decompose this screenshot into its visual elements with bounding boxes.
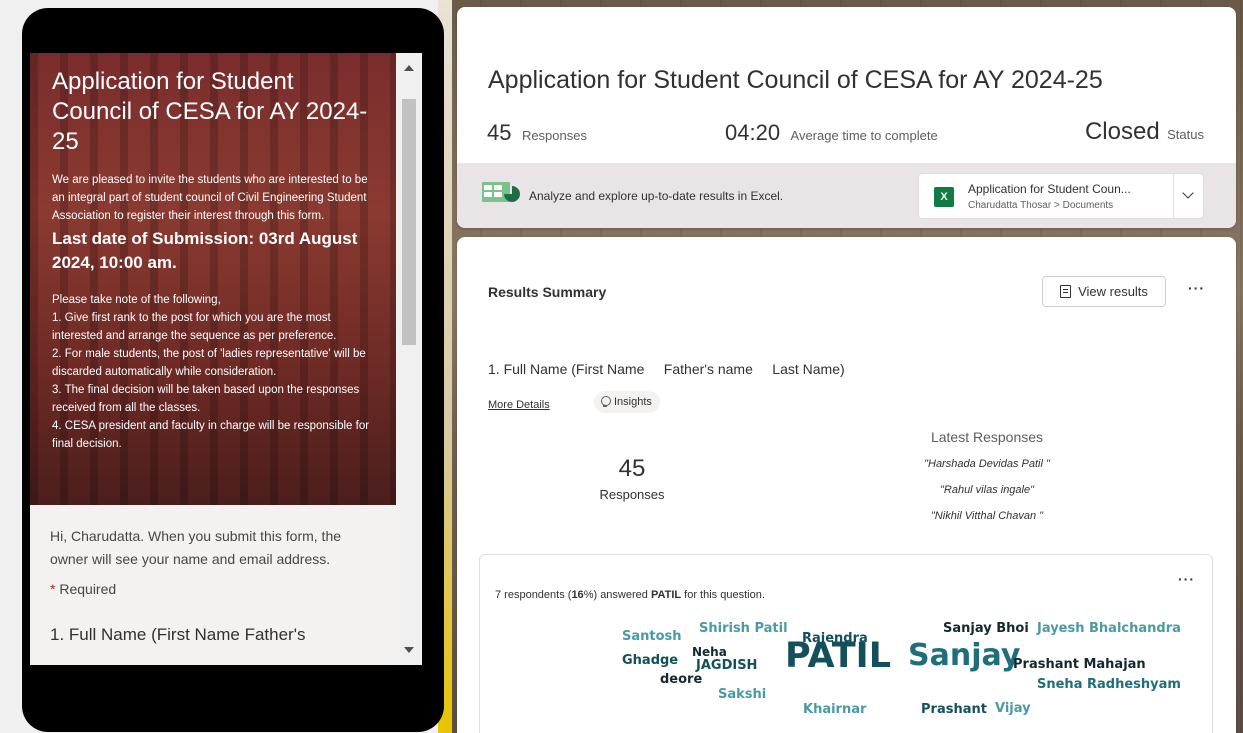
word-cloud-term[interactable]: Khairnar bbox=[803, 702, 866, 717]
form-note: 2. For male students, the post of 'ladie… bbox=[52, 348, 366, 378]
avg-time-stat: 04:20 Average time to complete bbox=[725, 120, 938, 146]
insight-summary-text: %) answered bbox=[583, 589, 651, 601]
word-cloud-term[interactable]: JAGDISH bbox=[696, 658, 757, 673]
latest-responses-heading: Latest Responses bbox=[930, 429, 1044, 445]
insight-summary-word: PATIL bbox=[650, 589, 682, 601]
excel-banner-text: Analyze and explore up-to-date results i… bbox=[529, 189, 784, 203]
form-note: 4. CESA president and faculty in charge … bbox=[52, 420, 370, 450]
excel-analyze-icon bbox=[482, 182, 520, 202]
word-cloud-term[interactable]: Jayesh Bhalchandra bbox=[1037, 621, 1181, 636]
form-note-heading: Please take note of the following, bbox=[52, 294, 221, 306]
form-greeting: Hi, Charudatta. When you submit this for… bbox=[50, 528, 342, 567]
word-cloud-term[interactable]: Sanjay Bhoi bbox=[943, 621, 1029, 636]
form-stats: 45 Responses 04:20 Average time to compl… bbox=[457, 118, 1236, 154]
page-title: Application for Student Council of CESA … bbox=[488, 66, 1103, 94]
more-options-icon[interactable]: ··· bbox=[1188, 280, 1205, 296]
insight-summary: 7 respondents (16%) answered PATIL for t… bbox=[495, 589, 765, 601]
word-cloud-term[interactable]: Shirish Patil bbox=[699, 621, 788, 636]
word-cloud-term[interactable]: PATIL bbox=[785, 636, 891, 676]
word-cloud-term[interactable]: Sanjay bbox=[908, 638, 1020, 673]
results-card: Results Summary View results ··· 1. Full… bbox=[457, 237, 1236, 733]
word-cloud-term[interactable]: Neha bbox=[692, 645, 727, 659]
mobile-preview-screen[interactable]: Application for Student Council of CESA … bbox=[30, 53, 396, 665]
required-note: * Required bbox=[50, 581, 376, 597]
responses-stat: 45 Responses bbox=[487, 120, 587, 146]
responses-label: Responses bbox=[521, 128, 587, 143]
latest-responses: Latest Responses "Harshada Devidas Patil… bbox=[877, 429, 1097, 529]
word-cloud-term[interactable]: Santosh bbox=[622, 629, 682, 644]
status-value: Closed bbox=[1084, 118, 1160, 145]
status-label: Status bbox=[1167, 127, 1204, 142]
insight-more-options-icon[interactable]: ··· bbox=[1178, 571, 1195, 587]
form-notes-list: 1. Give first rank to the post for which… bbox=[52, 309, 376, 453]
insight-summary-text: for this question. bbox=[681, 589, 765, 601]
required-label: Required bbox=[59, 581, 117, 597]
file-picker-divider bbox=[1173, 174, 1174, 218]
responses-count: 45 bbox=[487, 120, 512, 145]
word-cloud-term[interactable]: Prashant Mahajan bbox=[1013, 657, 1146, 672]
first-question: 1. Full Name (First Name Father's bbox=[50, 625, 306, 644]
scrollbar-thumb[interactable] bbox=[402, 99, 416, 345]
response-count: 45 bbox=[618, 455, 646, 482]
excel-file-icon: X bbox=[934, 187, 954, 207]
question-title: 1. Full Name (First Name Father's name L… bbox=[488, 361, 845, 377]
form-summary-card: Application for Student Council of CESA … bbox=[457, 7, 1236, 228]
word-cloud-term[interactable]: Prashant bbox=[921, 702, 987, 717]
view-results-button[interactable]: View results bbox=[1042, 276, 1166, 307]
form-intro: We are pleased to invite the students wh… bbox=[52, 174, 368, 222]
insights-label: Insights bbox=[614, 396, 652, 408]
avg-time-value: 04:20 bbox=[725, 120, 781, 145]
form-note: 1. Give first rank to the post for which… bbox=[52, 312, 337, 342]
chevron-down-icon[interactable] bbox=[1182, 187, 1194, 199]
latest-response: "Rahul vilas ingale" bbox=[939, 484, 1035, 496]
word-cloud-term[interactable]: Sakshi bbox=[718, 687, 766, 702]
insight-summary-percent: 16 bbox=[571, 589, 584, 601]
latest-response: "Nikhil Vitthal Chavan " bbox=[930, 510, 1044, 522]
form-deadline: Last date of Submission: 03rd August 202… bbox=[52, 229, 358, 272]
excel-banner: Analyze and explore up-to-date results i… bbox=[457, 163, 1236, 228]
excel-file-picker[interactable]: X Application for Student Coun... Charud… bbox=[918, 173, 1204, 219]
view-results-label: View results bbox=[1078, 284, 1148, 299]
insight-panel: ··· 7 respondents (16%) answered PATIL f… bbox=[479, 554, 1213, 733]
insights-button[interactable]: Insights bbox=[594, 391, 660, 413]
scroll-up-arrow-icon[interactable] bbox=[404, 65, 414, 71]
response-count-label: Responses bbox=[599, 487, 665, 502]
excel-file-name: Application for Student Coun... bbox=[968, 182, 1131, 196]
form-body: Hi, Charudatta. When you submit this for… bbox=[30, 505, 396, 645]
response-count-block: 45 Responses bbox=[592, 455, 672, 502]
required-star: * bbox=[50, 581, 56, 597]
word-cloud-term[interactable]: Ghadge bbox=[622, 653, 678, 668]
excel-file-path: Charudatta Thosar > Documents bbox=[968, 200, 1114, 211]
form-title: Application for Student Council of CESA … bbox=[52, 68, 368, 155]
lightbulb-icon bbox=[600, 396, 611, 408]
word-cloud-term[interactable]: deore bbox=[660, 672, 702, 687]
word-cloud-term[interactable]: Sneha Radheshyam bbox=[1037, 677, 1181, 692]
form-note: 3. The final decision will be taken base… bbox=[52, 384, 360, 414]
latest-response: "Harshada Devidas Patil " bbox=[924, 458, 1050, 470]
word-cloud-term[interactable]: Vijay bbox=[995, 701, 1031, 716]
insight-summary-text: 7 respondents ( bbox=[495, 589, 572, 601]
preview-scrollbar[interactable] bbox=[396, 53, 422, 665]
scroll-down-arrow-icon[interactable] bbox=[404, 647, 414, 653]
results-summary-title: Results Summary bbox=[488, 284, 607, 300]
avg-time-label: Average time to complete bbox=[790, 128, 938, 143]
form-header-banner: Application for Student Council of CESA … bbox=[30, 53, 396, 505]
more-details-link[interactable]: More Details bbox=[488, 399, 550, 411]
status-stat: Closed Status bbox=[1085, 118, 1204, 146]
document-icon bbox=[1060, 285, 1072, 298]
